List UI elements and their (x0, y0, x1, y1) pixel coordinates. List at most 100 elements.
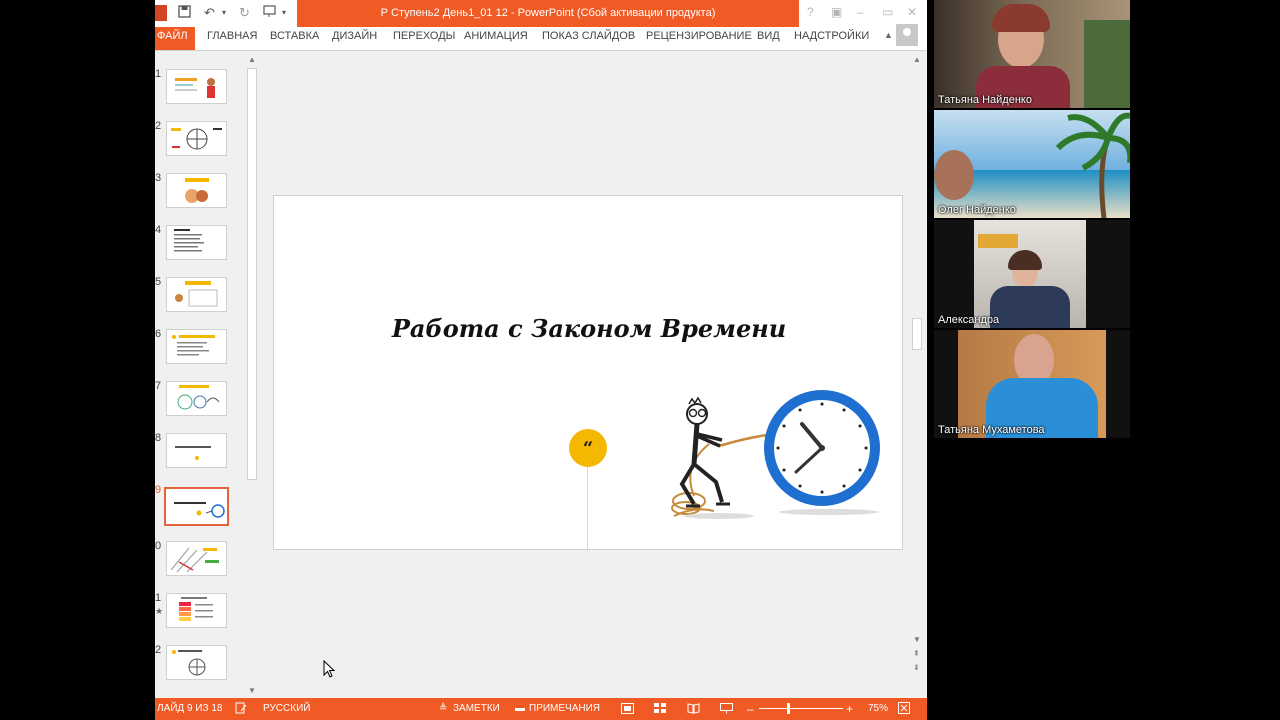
quote-icon: “ (569, 429, 607, 467)
participant-clothes (990, 286, 1070, 328)
stick-figure-pulling-clock-illustration (671, 390, 880, 519)
tab-home[interactable]: ГЛАВНАЯ (207, 27, 257, 50)
participant-video-tile[interactable]: Татьяна Мухаметова (934, 330, 1130, 438)
spell-check-icon[interactable] (235, 698, 247, 720)
customize-toolbar-icon[interactable]: ▾ (282, 5, 286, 21)
participant-video-tile[interactable]: Олег Найденко (934, 110, 1130, 218)
participant-name: Татьяна Мухаметова (938, 424, 1045, 436)
slide-number: 0 (155, 540, 162, 552)
slide-title[interactable]: Работа с Законом Времени (274, 314, 904, 343)
scroll-up-icon[interactable]: ▲ (913, 56, 921, 64)
slide-thumbnail[interactable] (166, 225, 227, 260)
slide-thumbnail[interactable] (166, 329, 227, 364)
slide-number: 4 (155, 224, 162, 236)
notes-button[interactable]: ЗАМЕТКИ (453, 698, 500, 720)
slide-number: 8 (155, 432, 162, 444)
slide-thumbnail[interactable] (166, 69, 227, 104)
slide-thumbnail-selected[interactable] (164, 487, 229, 526)
participant-name: Олег Найденко (938, 204, 1016, 216)
slide-thumbnail[interactable] (166, 173, 227, 208)
participant-video-tile[interactable]: Татьяна Найденко (934, 0, 1130, 108)
title-bar: ↶ ▾ ↻ ▾ Р Ступень2 День1_01 12 - PowerPo… (155, 0, 927, 27)
tab-review[interactable]: РЕЦЕНЗИРОВАНИЕ (646, 27, 752, 50)
tab-animations[interactable]: АНИМАЦИЯ (464, 27, 528, 50)
shelf-background (978, 234, 1018, 248)
tab-file[interactable]: ФАЙЛ (155, 27, 195, 50)
window-title: Р Ступень2 День1_01 12 - PowerPoint (Сбо… (380, 7, 716, 19)
slide-number: 2 (155, 644, 162, 656)
mouse-cursor-icon (323, 660, 335, 678)
ribbon-display-options-icon[interactable]: ▣ (831, 5, 842, 19)
language-indicator[interactable]: РУССКИЙ (263, 698, 310, 720)
slide-counter: ЛАЙД 9 ИЗ 18 (157, 703, 223, 714)
tab-addins[interactable]: НАДСТРОЙКИ (794, 27, 869, 50)
reading-view-icon[interactable] (687, 698, 700, 720)
scroll-down-icon[interactable]: ▼ (248, 687, 256, 695)
slide-thumbnail[interactable] (166, 381, 227, 416)
animation-star-icon: ★ (155, 606, 164, 616)
previous-slide-icon[interactable]: ⇞ (913, 650, 920, 658)
slide-number: 5 (155, 276, 162, 288)
minimize-button[interactable]: – (857, 5, 864, 19)
slide-thumbnail[interactable] (166, 645, 227, 680)
next-slide-icon[interactable]: ⇟ (913, 664, 920, 672)
zoom-slider-handle[interactable] (787, 703, 790, 714)
undo-icon[interactable]: ↶ (204, 5, 215, 21)
slide-number: 3 (155, 172, 162, 184)
slide-number: 7 (155, 380, 162, 392)
zoom-in-button[interactable]: + (846, 698, 853, 720)
quote-divider-line (587, 467, 588, 551)
thumbnails-scrollbar[interactable]: ▲ ▼ (246, 52, 258, 698)
slide-sorter-icon[interactable] (654, 698, 667, 720)
tab-slide-show[interactable]: ПОКАЗ СЛАЙДОВ (542, 27, 635, 50)
notes-icon[interactable]: ≜ (439, 698, 447, 720)
slide-number: 6 (155, 328, 162, 340)
plant-background (1084, 20, 1130, 108)
scrollbar-thumb[interactable] (912, 318, 922, 350)
tab-design[interactable]: ДИЗАЙН (332, 27, 377, 50)
tab-view[interactable]: ВИД (757, 27, 780, 50)
zoom-slider[interactable] (759, 708, 843, 709)
slide-number: 2 (155, 120, 162, 132)
user-avatar[interactable] (896, 24, 918, 46)
slide-show-icon[interactable] (720, 698, 733, 720)
participant-video-tile[interactable]: Александра (934, 220, 1130, 328)
undo-dropdown-icon[interactable]: ▾ (222, 5, 226, 21)
save-icon[interactable] (178, 5, 191, 21)
maximize-button[interactable]: ▭ (882, 5, 893, 19)
ribbon-tabs: ФАЙЛ ГЛАВНАЯ ВСТАВКА ДИЗАЙН ПЕРЕХОДЫ АНИ… (155, 27, 927, 51)
close-button[interactable]: ✕ (907, 5, 917, 19)
tab-insert[interactable]: ВСТАВКА (270, 27, 319, 50)
fit-to-window-icon[interactable] (898, 698, 910, 720)
comments-button[interactable]: ПРИМЕЧАНИЯ (529, 698, 600, 720)
slide-thumbnail[interactable] (166, 593, 227, 628)
slide-editing-area: Работа с Законом Времени “ (263, 51, 913, 698)
help-icon[interactable]: ? (807, 5, 814, 19)
status-bar: ЛАЙД 9 ИЗ 18 РУССКИЙ ≜ ЗАМЕТКИ ▬ ПРИМЕЧА… (155, 698, 927, 720)
participant-name: Татьяна Найденко (938, 94, 1032, 106)
scroll-up-icon[interactable]: ▲ (248, 56, 256, 64)
comments-icon[interactable]: ▬ (515, 698, 525, 720)
redo-icon[interactable]: ↻ (239, 5, 250, 21)
tab-transitions[interactable]: ПЕРЕХОДЫ (393, 27, 455, 50)
slide-thumbnail[interactable] (166, 121, 227, 156)
collapse-ribbon-icon[interactable]: ▲ (884, 30, 893, 40)
slide-number: 9 (155, 484, 162, 496)
slide-thumbnail[interactable] (166, 277, 227, 312)
scrollbar-thumb[interactable] (247, 68, 257, 480)
slide-number: 1 (155, 68, 162, 80)
scroll-down-icon[interactable]: ▼ (913, 636, 921, 644)
powerpoint-logo-icon (155, 5, 167, 21)
zoom-level[interactable]: 75% (868, 698, 888, 720)
participant-face (934, 150, 974, 200)
participant-hair (992, 4, 1050, 32)
normal-view-icon[interactable] (621, 698, 634, 720)
palm-tree-icon (1055, 112, 1130, 218)
slide-thumbnail[interactable] (166, 541, 227, 576)
slide-thumbnail[interactable] (166, 433, 227, 468)
zoom-out-button[interactable]: – (747, 698, 754, 720)
start-from-beginning-icon[interactable] (263, 5, 278, 21)
slide-scrollbar[interactable]: ▲ ▼ ⇞ ⇟ (911, 52, 923, 677)
participant-name: Александра (938, 314, 1000, 326)
current-slide: Работа с Законом Времени “ (273, 195, 904, 551)
